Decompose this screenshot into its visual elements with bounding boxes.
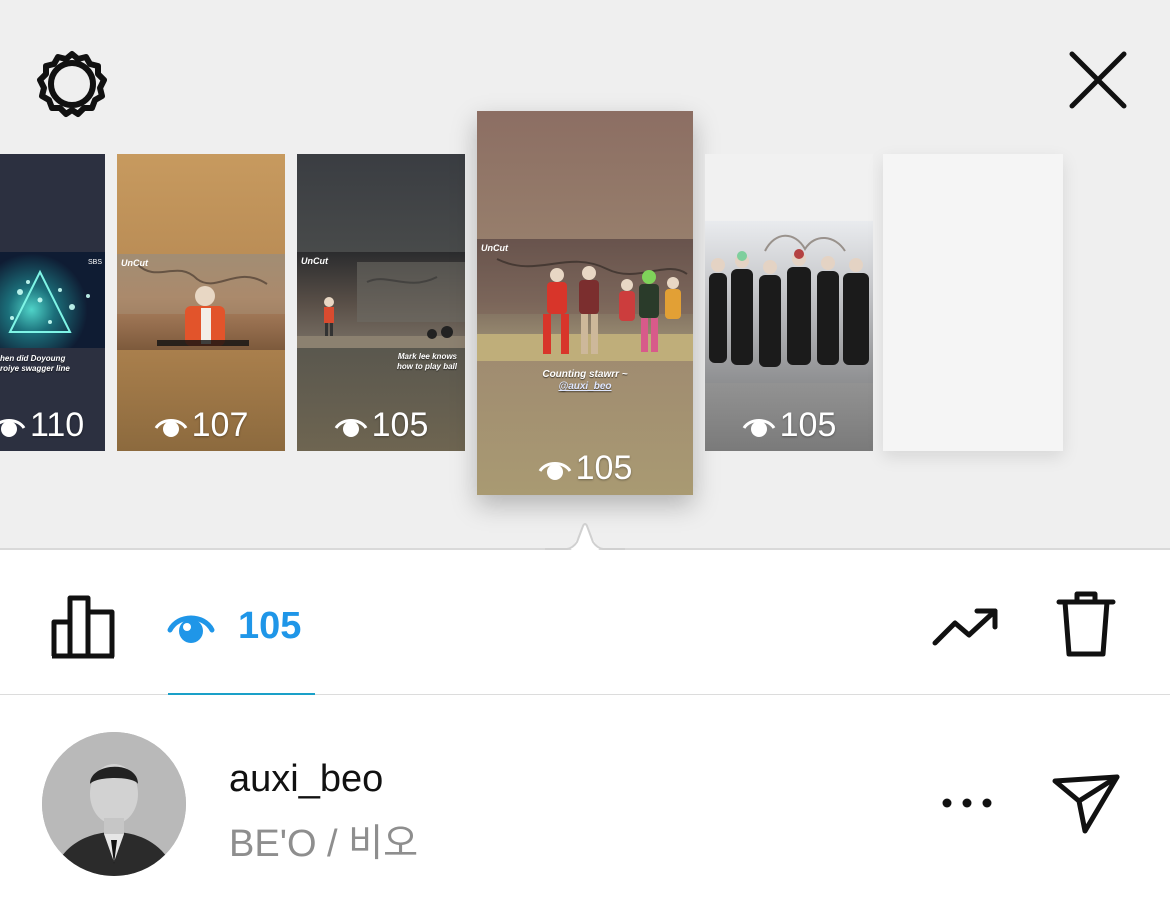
story-caption: hen did Doyoung roiye swagger line bbox=[0, 354, 70, 373]
brand-label: UnCut bbox=[481, 243, 508, 253]
story-view-count: 105 bbox=[477, 449, 693, 488]
promote-button[interactable] bbox=[928, 596, 1004, 658]
avatar-photo bbox=[42, 732, 186, 876]
story-photo: UnCut bbox=[117, 254, 285, 350]
story-thumbnail[interactable]: 105 bbox=[705, 154, 873, 451]
settings-button[interactable] bbox=[30, 42, 114, 126]
christmas-lights-graphic: SBS bbox=[8, 259, 102, 333]
brand-label: UnCut bbox=[301, 256, 328, 266]
story-thumbnail[interactable]: SBS hen did Doyoung roiye swagger line 1… bbox=[0, 154, 105, 451]
eye-icon bbox=[742, 418, 775, 437]
tab-viewers[interactable]: 105 bbox=[166, 596, 301, 656]
brand-label: UnCut bbox=[121, 258, 148, 268]
story-photo: SBS bbox=[0, 252, 105, 348]
views-count: 105 bbox=[238, 604, 302, 647]
story-photo bbox=[705, 221, 873, 383]
story-photo: UnCut bbox=[477, 239, 693, 361]
active-tab-indicator bbox=[168, 693, 315, 695]
badge-text: SBS bbox=[88, 259, 102, 266]
close-button[interactable] bbox=[1058, 40, 1138, 120]
trending-up-icon bbox=[932, 608, 998, 646]
selection-pointer bbox=[545, 523, 625, 552]
story-caption: Mark lee knows how to play ball bbox=[396, 352, 457, 371]
story-caption: Counting stawrr ~ @auxi_beo bbox=[542, 369, 628, 392]
avatar[interactable] bbox=[42, 732, 186, 876]
story-thumbnail[interactable]: UnCut 107 bbox=[117, 154, 285, 451]
bar-chart-icon bbox=[51, 595, 115, 659]
eye-icon bbox=[538, 461, 571, 480]
insights-button[interactable] bbox=[48, 590, 120, 662]
viewer-full-name: BE'O / 비오 bbox=[229, 823, 419, 865]
more-options-button[interactable] bbox=[936, 780, 998, 826]
story-view-count: 105 bbox=[297, 406, 465, 445]
more-icon bbox=[942, 798, 992, 808]
story-view-count: 110 bbox=[0, 406, 97, 445]
story-view-count: 107 bbox=[117, 406, 285, 445]
story-thumbnail[interactable]: UnCut Mark lee knows how to play ball 10… bbox=[297, 154, 465, 451]
eye-icon bbox=[154, 418, 187, 437]
send-icon bbox=[1052, 774, 1120, 834]
eye-icon bbox=[167, 615, 215, 643]
eye-icon bbox=[0, 418, 26, 437]
delete-button[interactable] bbox=[1052, 588, 1120, 660]
viewer-username[interactable]: auxi_beo bbox=[229, 758, 383, 801]
eye-icon bbox=[334, 418, 367, 437]
story-thumbnail-selected[interactable]: UnCut Counting stawrr ~ @auxi_beo 105 bbox=[477, 111, 693, 495]
story-view-count: 105 bbox=[705, 406, 873, 445]
send-message-button[interactable] bbox=[1048, 768, 1124, 838]
story-photo: UnCut bbox=[297, 252, 465, 348]
story-thumbnail-empty[interactable] bbox=[883, 154, 1063, 451]
close-icon bbox=[1069, 51, 1127, 109]
gear-icon bbox=[37, 51, 107, 117]
trash-icon bbox=[1056, 591, 1116, 657]
